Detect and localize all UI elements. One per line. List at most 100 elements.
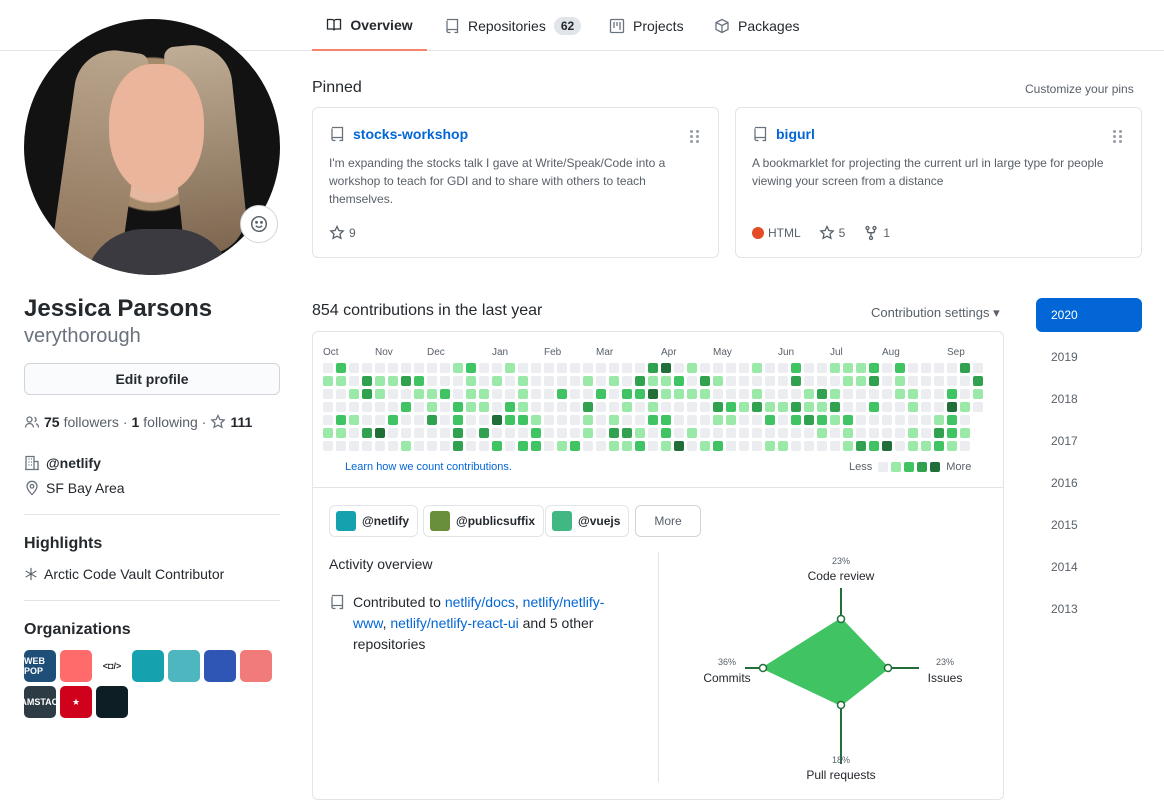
contribution-day[interactable] [947, 376, 957, 386]
contribution-day[interactable] [427, 402, 437, 412]
year-link[interactable]: 2020 [1036, 298, 1142, 332]
contribution-day[interactable] [596, 376, 606, 386]
repo-link-react-ui[interactable]: netlify/netlify-react-ui [390, 615, 518, 631]
contribution-day[interactable] [791, 402, 801, 412]
contribution-day[interactable] [531, 441, 541, 451]
contribution-day[interactable] [336, 415, 346, 425]
contribution-day[interactable] [921, 415, 931, 425]
contribution-day[interactable] [648, 389, 658, 399]
contribution-day[interactable] [349, 415, 359, 425]
contribution-day[interactable] [557, 415, 567, 425]
contribution-day[interactable] [388, 376, 398, 386]
contribution-day[interactable] [518, 428, 528, 438]
contribution-day[interactable] [362, 389, 372, 399]
contribution-day[interactable] [726, 376, 736, 386]
contribution-day[interactable] [960, 441, 970, 451]
contribution-day[interactable] [960, 363, 970, 373]
drag-handle-icon[interactable] [690, 130, 700, 143]
contribution-day[interactable] [622, 441, 632, 451]
contribution-day[interactable] [323, 376, 333, 386]
contribution-day[interactable] [388, 363, 398, 373]
contribution-day[interactable] [765, 415, 775, 425]
contribution-day[interactable] [570, 389, 580, 399]
contribution-day[interactable] [336, 441, 346, 451]
contribution-day[interactable] [570, 402, 580, 412]
contribution-day[interactable] [674, 402, 684, 412]
contribution-day[interactable] [791, 441, 801, 451]
contribution-day[interactable] [609, 415, 619, 425]
contribution-day[interactable] [440, 389, 450, 399]
contribution-day[interactable] [830, 415, 840, 425]
contribution-day[interactable] [323, 363, 333, 373]
contribution-day[interactable] [739, 402, 749, 412]
contribution-day[interactable] [739, 363, 749, 373]
contribution-day[interactable] [934, 376, 944, 386]
contribution-day[interactable] [778, 415, 788, 425]
contribution-day[interactable] [609, 428, 619, 438]
contribution-day[interactable] [739, 376, 749, 386]
year-link[interactable]: 2016 [1036, 466, 1142, 500]
contribution-day[interactable] [726, 415, 736, 425]
contribution-day[interactable] [375, 376, 385, 386]
contribution-day[interactable] [856, 428, 866, 438]
contribution-day[interactable] [895, 389, 905, 399]
contribution-day[interactable] [752, 402, 762, 412]
contribution-day[interactable] [700, 376, 710, 386]
contribution-day[interactable] [934, 428, 944, 438]
contribution-day[interactable] [544, 376, 554, 386]
contribution-day[interactable] [414, 415, 424, 425]
contribution-day[interactable] [895, 428, 905, 438]
contribution-day[interactable] [648, 363, 658, 373]
contribution-day[interactable] [635, 441, 645, 451]
contribution-day[interactable] [492, 376, 502, 386]
contribution-day[interactable] [557, 363, 567, 373]
contribution-day[interactable] [882, 441, 892, 451]
contribution-day[interactable] [362, 441, 372, 451]
contribution-day[interactable] [583, 363, 593, 373]
contribution-day[interactable] [648, 376, 658, 386]
contribution-day[interactable] [856, 363, 866, 373]
contribution-day[interactable] [427, 441, 437, 451]
contribution-day[interactable] [869, 428, 879, 438]
contribution-day[interactable] [505, 363, 515, 373]
contribution-day[interactable] [921, 428, 931, 438]
contribution-day[interactable] [323, 402, 333, 412]
contribution-day[interactable] [466, 363, 476, 373]
contribution-day[interactable] [414, 402, 424, 412]
contribution-day[interactable] [973, 363, 983, 373]
contribution-day[interactable] [726, 363, 736, 373]
contribution-day[interactable] [518, 402, 528, 412]
contribution-day[interactable] [648, 428, 658, 438]
learn-contributions-link[interactable]: Learn how we count contributions. [345, 461, 512, 473]
followers-count[interactable]: 75 [44, 414, 60, 430]
contribution-day[interactable] [466, 376, 476, 386]
contribution-day[interactable] [700, 415, 710, 425]
contribution-day[interactable] [622, 402, 632, 412]
contribution-day[interactable] [765, 441, 775, 451]
contribution-day[interactable] [843, 363, 853, 373]
contribution-day[interactable] [739, 389, 749, 399]
contribution-day[interactable] [791, 376, 801, 386]
contribution-day[interactable] [687, 415, 697, 425]
contribution-day[interactable] [388, 389, 398, 399]
contribution-day[interactable] [453, 376, 463, 386]
contribution-day[interactable] [895, 415, 905, 425]
contribution-day[interactable] [414, 376, 424, 386]
contribution-day[interactable] [518, 415, 528, 425]
contribution-day[interactable] [453, 363, 463, 373]
tab-packages[interactable]: Packages [714, 0, 799, 51]
contribution-day[interactable] [570, 428, 580, 438]
contribution-day[interactable] [492, 402, 502, 412]
contribution-day[interactable] [739, 441, 749, 451]
contribution-day[interactable] [648, 415, 658, 425]
contribution-day[interactable] [687, 441, 697, 451]
contribution-day[interactable] [440, 415, 450, 425]
contribution-day[interactable] [557, 389, 567, 399]
contribution-day[interactable] [739, 415, 749, 425]
contribution-day[interactable] [635, 376, 645, 386]
contribution-day[interactable] [765, 402, 775, 412]
contribution-settings-dropdown[interactable]: Contribution settings ▾ [871, 305, 1000, 321]
contribution-day[interactable] [908, 402, 918, 412]
contribution-day[interactable] [674, 389, 684, 399]
pinned-repo-link[interactable]: bigurl [752, 126, 815, 142]
